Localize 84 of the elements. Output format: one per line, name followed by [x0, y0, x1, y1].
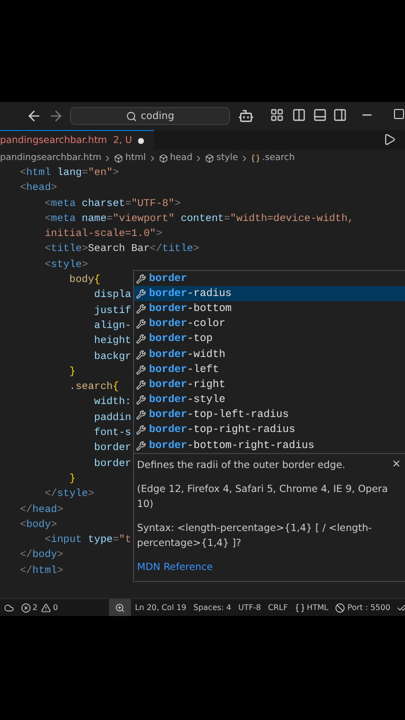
code-line: border	[93, 441, 132, 456]
mdn-link[interactable]: MDN Reference	[137, 560, 394, 576]
zoom-icon	[115, 602, 126, 612]
breadcrumb[interactable]: html	[114, 153, 146, 163]
code-line: }	[68, 364, 76, 380]
wrench-icon	[136, 319, 146, 330]
code-line: .search{	[68, 380, 119, 396]
code-line: <html lang="en">	[20, 166, 119, 181]
braces-icon	[294, 602, 305, 612]
suggestion-item[interactable]: border-bottom-right-radius	[134, 438, 405, 454]
breadcrumb[interactable]: style	[205, 153, 238, 163]
robot-icon[interactable]	[238, 108, 254, 124]
code-line: <input type="t	[44, 533, 132, 548]
suggestion-item[interactable]: border-top-right-radius	[134, 422, 405, 438]
code-editor[interactable]	[0, 166, 405, 598]
code-line: </head>	[20, 502, 64, 518]
cube-icon	[158, 154, 168, 162]
code-line: </html>	[20, 564, 64, 579]
close-button[interactable]: ×	[392, 456, 401, 472]
wrench-icon	[136, 395, 146, 406]
code-line: }	[68, 472, 76, 487]
wrench-icon	[136, 440, 146, 451]
browser-compatibility: (Edge 12, Firefox 4, Safari 5, Chrome 4, IE 9, Opera 10)	[137, 483, 389, 512]
search-icon	[126, 110, 137, 122]
wrench-icon	[136, 380, 146, 390]
wrench-icon	[136, 350, 146, 360]
code-line: displa	[93, 288, 132, 304]
code-line: </style>	[44, 487, 94, 502]
tab-status: 2, U	[113, 135, 132, 146]
suggestion-item[interactable]: border-color	[134, 316, 405, 332]
layout-icon[interactable]	[270, 108, 286, 124]
zoom-button[interactable]	[109, 599, 132, 616]
code-line: <style>	[44, 258, 88, 273]
wrench-icon	[136, 425, 146, 436]
wrench-icon	[136, 304, 146, 314]
forward-icon[interactable]	[48, 108, 64, 124]
syntax-text: Syntax: <length-percentage>{1,4} [ / <length-percentage>{1,4} ]?	[137, 522, 373, 552]
suggestion-item[interactable]: border-left	[134, 362, 405, 378]
wrench-icon	[136, 334, 146, 344]
code-line: justif	[93, 304, 132, 319]
sidebar-toggle-icon[interactable]	[292, 108, 308, 124]
braces-icon	[251, 154, 260, 162]
code-line: width:	[93, 395, 132, 410]
suggestion-item[interactable]: border-radius	[134, 286, 405, 302]
code-line: height	[93, 334, 132, 350]
code-line: paddin	[93, 410, 132, 426]
code-line: border	[93, 456, 132, 472]
cube-icon	[114, 154, 124, 162]
suggestion-item[interactable]: border-bottom	[134, 301, 405, 317]
breadcrumb[interactable]: .search	[251, 153, 295, 163]
code-line: backgr	[93, 350, 132, 365]
wrench-icon	[136, 274, 146, 284]
code-line: <meta name="viewport" content="width=device-width,	[44, 212, 354, 227]
warning-icon	[40, 602, 51, 612]
breadcrumb[interactable]: head	[158, 153, 192, 163]
suggestion-item[interactable]: border-top	[134, 332, 405, 347]
command-search[interactable]: coding	[70, 107, 230, 125]
wrench-icon	[136, 288, 146, 299]
suggestion-item[interactable]: border-style	[134, 392, 405, 408]
panel-toggle-icon[interactable]	[313, 108, 329, 124]
code-line: body{	[68, 273, 100, 288]
back-icon[interactable]	[26, 108, 42, 124]
error-icon	[20, 602, 30, 612]
editor-tab[interactable]: pandingsearchbar.htm 2, U	[0, 130, 154, 150]
code-line: <meta charset="UTF-8">	[44, 196, 181, 212]
code-line: <title>Search Bar</title>	[44, 242, 200, 258]
suggestion-item[interactable]: border-width	[134, 346, 405, 362]
suggestion-item[interactable]: border-right	[134, 377, 405, 392]
wrench-icon	[136, 410, 146, 420]
property-description: Defines the radii of the outer border edge.	[137, 459, 346, 474]
breadcrumb[interactable]: pandingsearchbar.htm	[0, 153, 102, 163]
blocked-icon	[335, 602, 346, 612]
code-line: font-s	[93, 426, 132, 442]
code-line: </body>	[20, 548, 64, 564]
code-line: <head>	[20, 181, 58, 196]
code-line: align-	[93, 318, 132, 334]
tab-filename: pandingsearchbar.htm	[0, 135, 108, 146]
code-line: initial-scale=1.0">	[44, 227, 162, 242]
suggestion-item[interactable]: border-top-left-radius	[134, 408, 405, 423]
suggestion-item[interactable]: border	[134, 271, 405, 286]
secondary-sidebar-icon[interactable]	[333, 108, 349, 124]
wrench-icon	[136, 364, 146, 375]
cube-icon	[205, 154, 214, 162]
code-line: <body>	[20, 518, 58, 533]
